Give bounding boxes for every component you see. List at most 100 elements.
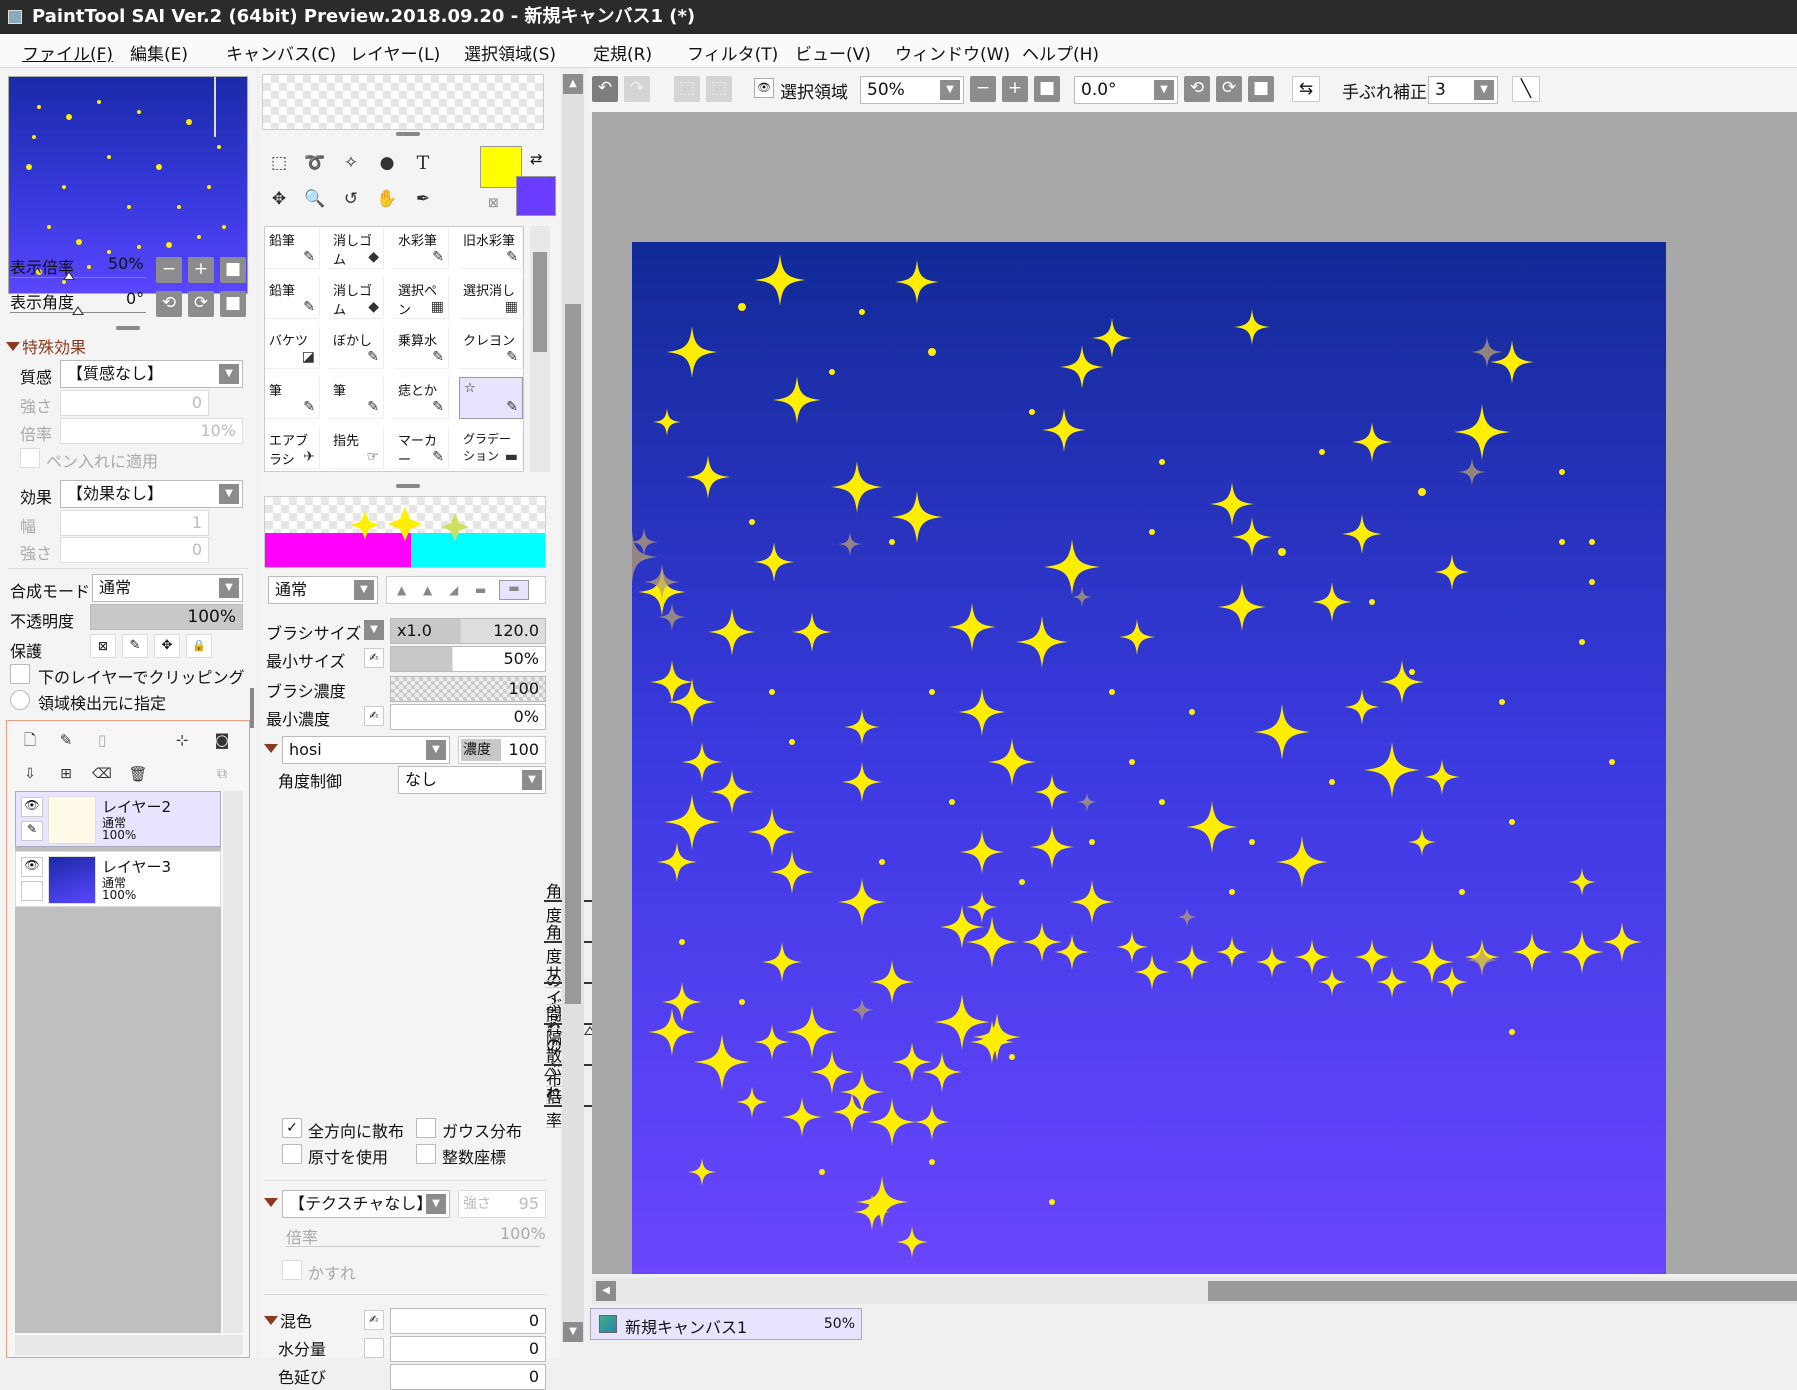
- zoom-select[interactable]: 50% ▼: [860, 76, 964, 104]
- brush-cell[interactable]: 鉛筆 ✎: [265, 227, 320, 269]
- protect-transparency-icon[interactable]: ⊠: [90, 634, 116, 658]
- panel-splitter[interactable]: [250, 688, 254, 728]
- pen-apply-checkbox[interactable]: [20, 448, 40, 468]
- delete-layer-icon[interactable]: 🗑: [123, 759, 153, 789]
- mix-slider[interactable]: 0: [390, 1308, 546, 1334]
- water-slider[interactable]: 0: [390, 1336, 546, 1362]
- clip-checkbox[interactable]: [10, 664, 30, 684]
- detect-radio[interactable]: [10, 690, 30, 710]
- mix-collapse-icon[interactable]: [264, 1316, 278, 1325]
- pressure-mix-icon[interactable]: ✍: [364, 1310, 384, 1330]
- scatter-all-checkbox[interactable]: ✓: [282, 1118, 302, 1138]
- rotate-left-button[interactable]: ⟲: [156, 291, 182, 317]
- layer-row[interactable]: 👁 レイヤー3 通常 100%: [15, 851, 221, 907]
- brush-cell[interactable]: 選択消し ▦: [459, 277, 523, 319]
- menu-window[interactable]: ウィンドウ(W): [895, 40, 1010, 65]
- brush-shape-selector[interactable]: ▲ ▲ ◢ ▬ ▬: [386, 576, 546, 604]
- brush-cell[interactable]: エアブラシ ✈: [265, 427, 320, 469]
- invert-select-button[interactable]: ⬚: [706, 76, 732, 102]
- selection-visibility-icon[interactable]: 👁: [754, 78, 774, 98]
- texture-select[interactable]: 【質感なし】 ▼: [60, 360, 243, 388]
- brush-size-slider[interactable]: x1.0 120.0: [390, 618, 546, 644]
- merge-down-icon[interactable]: ⊞: [51, 759, 81, 789]
- rotate-reset-button[interactable]: ■: [1248, 76, 1274, 102]
- secondary-color[interactable]: [516, 176, 556, 216]
- zoom-reset-button[interactable]: ■: [1034, 76, 1060, 102]
- eyedropper-icon[interactable]: ✒: [408, 184, 438, 214]
- layer-hscrollbar[interactable]: [15, 1335, 243, 1355]
- brush-mode-select[interactable]: 通常 ▼: [268, 576, 378, 604]
- layer-settings-icon[interactable]: ⧉: [207, 759, 237, 789]
- pressure-size-icon[interactable]: ✍: [364, 648, 384, 668]
- zoom-out-button[interactable]: −: [156, 257, 182, 283]
- pen-icon[interactable]: ✎: [21, 821, 43, 841]
- new-pen-layer-icon[interactable]: ✎: [51, 725, 81, 755]
- fill-layer-icon[interactable]: ◙: [207, 725, 237, 755]
- effects-collapse-icon[interactable]: [6, 342, 20, 351]
- protect-move-icon[interactable]: ✥: [154, 634, 180, 658]
- brush-scrollbar[interactable]: [530, 226, 550, 472]
- layer-scrollbar[interactable]: [223, 791, 243, 1333]
- brush-cell[interactable]: 指先 ☞: [329, 427, 384, 469]
- stabilizer-select[interactable]: 3 ▼: [1428, 76, 1498, 104]
- min-size-slider[interactable]: 50%: [390, 646, 546, 672]
- flip-horizontal-icon[interactable]: ⇆: [1292, 76, 1320, 102]
- brush-cell[interactable]: 水彩筆 ✎: [394, 227, 449, 269]
- pen-slot[interactable]: [21, 881, 43, 901]
- new-folder-icon[interactable]: ▯: [87, 725, 117, 755]
- angle-thumb[interactable]: [72, 306, 84, 315]
- shape-icon[interactable]: ●: [372, 148, 402, 178]
- slider-thumb[interactable]: [544, 1067, 556, 1076]
- zoom-tool-icon[interactable]: 🔍: [300, 184, 330, 214]
- scale-field[interactable]: 10%: [60, 418, 243, 444]
- texture-strength-slider[interactable]: 強さ 95: [458, 1190, 546, 1218]
- rect-select-icon[interactable]: ⬚: [264, 148, 294, 178]
- stretch-slider[interactable]: 0: [390, 1364, 546, 1390]
- menu-selection[interactable]: 選択領域(S): [464, 40, 556, 65]
- transfer-down-icon[interactable]: ⇩: [15, 759, 45, 789]
- brush-cell[interactable]: 消しゴム ◆: [329, 277, 384, 319]
- layer-row[interactable]: 👁 ✎ レイヤー2 通常 100%: [15, 791, 221, 847]
- canvas-hscrollbar[interactable]: ◀: [592, 1278, 1797, 1304]
- integer-coord-checkbox[interactable]: [416, 1144, 436, 1164]
- min-density-slider[interactable]: 0%: [390, 704, 546, 730]
- menu-help[interactable]: ヘルプ(H): [1022, 40, 1099, 65]
- brush-texture-select[interactable]: 【テクスチャなし】 ▼: [282, 1190, 450, 1218]
- straight-line-icon[interactable]: ╲: [1512, 76, 1540, 102]
- move-icon[interactable]: ✥: [264, 184, 294, 214]
- texture-collapse-icon[interactable]: [264, 1198, 278, 1207]
- brush-cell[interactable]: 旧水彩筆 ✎: [459, 227, 523, 269]
- lasso-icon[interactable]: ➰: [300, 148, 330, 178]
- menu-view[interactable]: ビュー(V): [795, 40, 871, 65]
- rotate-left-button[interactable]: ⟲: [1184, 76, 1210, 102]
- brush-cell[interactable]: 乗算水 ✎: [394, 327, 449, 369]
- redo-button[interactable]: ↷: [624, 76, 650, 102]
- brush-cell-selected[interactable]: ☆ ✎: [459, 377, 523, 419]
- strength-field[interactable]: 0: [60, 390, 209, 416]
- pressure-water-slot[interactable]: [364, 1338, 384, 1358]
- reset-colors-icon[interactable]: ⊠: [488, 196, 499, 211]
- panel-grip[interactable]: [116, 326, 140, 330]
- canvas-tab[interactable]: 新規キャンバス1 50%: [590, 1308, 862, 1340]
- menu-layer[interactable]: レイヤー(L): [350, 40, 440, 65]
- brush-cell[interactable]: クレヨン ✎: [459, 327, 523, 369]
- zoom-value[interactable]: 50%: [108, 254, 144, 273]
- brush-cell[interactable]: 痣とか ✎: [394, 377, 449, 419]
- menu-edit[interactable]: 編集(E): [130, 40, 188, 65]
- text-tool-icon[interactable]: T: [408, 148, 438, 178]
- brush-cell[interactable]: グラデーション ▬: [459, 427, 523, 469]
- shape-density-slider[interactable]: 濃度 100: [458, 736, 546, 764]
- blur-checkbox[interactable]: [282, 1260, 302, 1280]
- new-layer-icon[interactable]: 🗋: [15, 725, 45, 755]
- canvas-viewport[interactable]: [592, 112, 1797, 1274]
- opacity-slider[interactable]: 100%: [90, 604, 243, 630]
- tool-panel-scrollbar[interactable]: ▲ ▼: [562, 74, 584, 1342]
- menu-ruler[interactable]: 定規(R): [593, 40, 652, 65]
- brush-cell[interactable]: ぼかし ✎: [329, 327, 384, 369]
- blend-mode-select[interactable]: 通常 ▼: [92, 574, 243, 602]
- mask-icon[interactable]: ⊹: [167, 725, 197, 755]
- rotate-tool-icon[interactable]: ↺: [336, 184, 366, 214]
- rotate-right-button[interactable]: ⟳: [1216, 76, 1242, 102]
- brush-cell[interactable]: 筆 ✎: [265, 377, 320, 419]
- original-size-checkbox[interactable]: [282, 1144, 302, 1164]
